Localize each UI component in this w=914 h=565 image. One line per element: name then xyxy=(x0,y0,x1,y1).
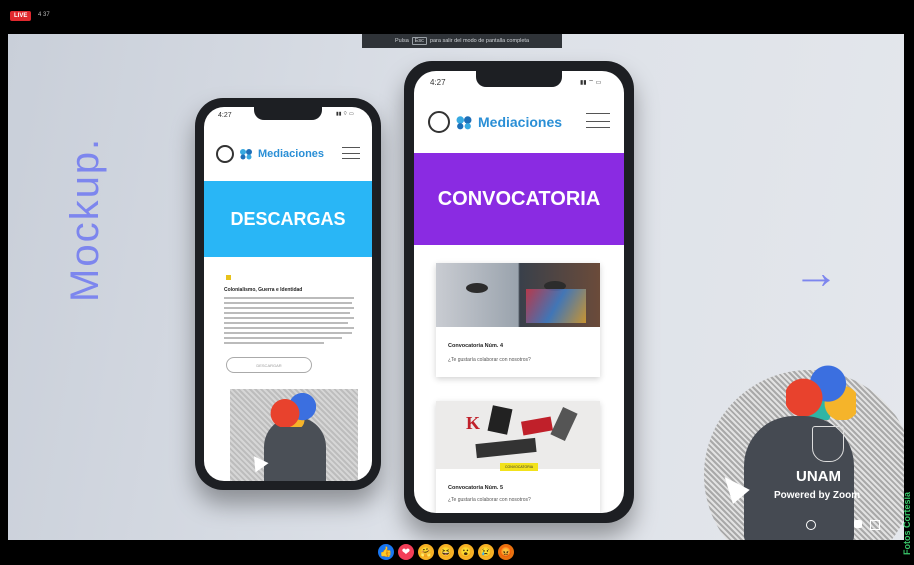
call-card[interactable]: K CONVOCATORIA Convocatoria Núm. 5 ¿Te g… xyxy=(436,401,600,513)
powered-by-zoom: Powered by Zoom xyxy=(774,490,861,501)
colorful-splash xyxy=(270,393,320,427)
article-title: Colonialismo, Guerra e Identidad xyxy=(224,287,303,293)
viewer-count: 4 37 xyxy=(38,12,50,18)
photo-credit: Fotos Cortesía xyxy=(902,491,912,555)
wow-reaction-icon[interactable]: 😮 xyxy=(458,544,474,560)
care-reaction-icon[interactable]: 🤗 xyxy=(418,544,434,560)
card-tag: CONVOCATORIA xyxy=(500,463,539,471)
settings-icon[interactable] xyxy=(854,520,862,528)
phone-right-screen: 4:27 ▮▮ ⌔ ▭ Mediaciones CONVOCATORIA Con… xyxy=(414,71,624,513)
page-banner: CONVOCATORIA xyxy=(414,153,624,245)
status-icons: ▮▮ ⌔ ▭ xyxy=(336,111,354,117)
article-image xyxy=(230,389,358,481)
volume-icon[interactable] xyxy=(806,520,816,530)
unam-shield-icon xyxy=(812,426,844,462)
logo-text: Mediaciones xyxy=(478,114,563,130)
call-card[interactable]: Convocatoria Núm. 4 ¿Te gustaría colabor… xyxy=(436,263,600,377)
unam-emblem-icon xyxy=(428,111,450,133)
status-icons: ▮▮ ⌔ ▭ xyxy=(580,80,602,86)
arrow-right-icon: → xyxy=(793,246,839,298)
unam-emblem-icon xyxy=(216,145,234,163)
fullscreen-tip: Pulsa Esc para salir del modo de pantall… xyxy=(362,34,562,48)
esc-key[interactable]: Esc xyxy=(411,37,427,45)
hamburger-menu-icon[interactable] xyxy=(342,147,360,159)
eye-left xyxy=(466,283,488,293)
shared-screen: Pulsa Esc para salir del modo de pantall… xyxy=(8,34,904,540)
card-title: Convocatoria Núm. 4 xyxy=(448,343,504,349)
fullscreen-icon[interactable] xyxy=(870,520,880,530)
file-icon xyxy=(226,275,231,280)
zoom-overlay: UNAM Powered by Zoom xyxy=(694,364,904,540)
phone-right: 4:27 ▮▮ ⌔ ▭ Mediaciones CONVOCATORIA Con… xyxy=(404,61,634,523)
phone-left: 4:27 ▮▮ ⌔ ▭ Mediaciones DESCARGAS Coloni… xyxy=(195,98,381,490)
logo-text: Mediaciones xyxy=(258,148,325,160)
card-image-faces xyxy=(436,263,600,327)
zoom-brand: UNAM xyxy=(796,468,841,485)
reactions-bar: 👍 ❤ 🤗 😆 😮 😢 😡 xyxy=(0,540,914,565)
sad-reaction-icon[interactable]: 😢 xyxy=(478,544,494,560)
phone-notch xyxy=(254,107,322,120)
hamburger-menu-icon[interactable] xyxy=(586,113,610,128)
card-text: ¿Te gustaría colaborar con nosotros? xyxy=(448,357,531,363)
color-streak xyxy=(526,289,586,323)
mockup-title: Mockup. xyxy=(63,136,107,302)
card-image-letters: K xyxy=(436,401,600,469)
phone-notch xyxy=(476,71,562,87)
love-reaction-icon[interactable]: ❤ xyxy=(398,544,414,560)
card-title: Convocatoria Núm. 5 xyxy=(448,485,504,491)
haha-reaction-icon[interactable]: 😆 xyxy=(438,544,454,560)
mediaciones-logo-icon xyxy=(456,115,472,129)
phone-left-screen: 4:27 ▮▮ ⌔ ▭ Mediaciones DESCARGAS Coloni… xyxy=(204,107,372,481)
angry-reaction-icon[interactable]: 😡 xyxy=(498,544,514,560)
top-bar: LIVE 4 37 xyxy=(0,0,914,34)
live-badge: LIVE xyxy=(10,11,32,21)
logo: Mediaciones xyxy=(216,145,324,163)
colorful-splash xyxy=(786,364,856,420)
like-reaction-icon[interactable]: 👍 xyxy=(378,544,394,560)
mediaciones-logo-icon xyxy=(240,149,252,160)
card-text: ¿Te gustaría colaborar con nosotros? xyxy=(448,497,531,503)
logo: Mediaciones xyxy=(428,111,562,133)
download-button[interactable]: DESCARGAR xyxy=(226,357,312,373)
page-banner: DESCARGAS xyxy=(204,181,372,257)
status-time: 4:27 xyxy=(218,112,232,119)
status-time: 4:27 xyxy=(430,78,446,87)
